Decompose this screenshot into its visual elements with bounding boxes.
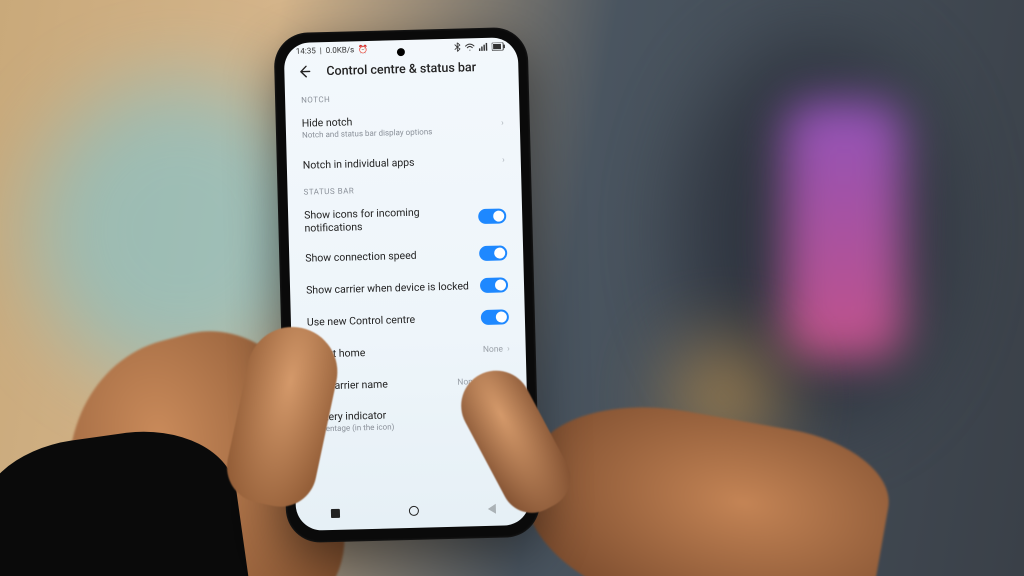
row-title: Show icons for incoming notifications [304,204,471,235]
row-show-icons[interactable]: Show icons for incoming notifications [288,194,523,242]
row-title: Show connection speed [305,248,471,265]
toggle-show-carrier[interactable] [480,278,508,294]
page-title: Control centre & status bar [326,60,476,79]
toggle-new-cc[interactable] [481,310,509,326]
bluetooth-icon [454,43,461,52]
chevron-right-icon: › [501,119,504,129]
row-value: None [483,344,503,355]
chevron-right-icon: › [502,155,505,165]
battery-icon [492,42,506,50]
wifi-icon [465,43,475,51]
row-title: Show carrier when device is locked [306,280,472,297]
nav-back-button[interactable] [487,504,495,514]
toggle-connection-speed[interactable] [479,246,507,262]
toggle-show-icons[interactable] [478,209,506,225]
row-title: Notch in individual apps [303,154,495,172]
back-button[interactable] [296,63,312,79]
android-nav-bar [296,495,531,527]
row-title: Use new Control centre [307,311,473,328]
signal-icon [479,42,488,50]
nav-recent-button[interactable] [330,508,339,517]
nav-home-button[interactable] [408,506,418,516]
status-netspeed: 0.0KB/s [326,45,355,55]
chevron-right-icon: › [507,344,510,354]
row-hide-notch[interactable]: Hide notch Notch and status bar display … [285,103,520,150]
status-time: 14:35 [296,46,316,56]
alarm-icon: ⏰ [358,45,368,54]
